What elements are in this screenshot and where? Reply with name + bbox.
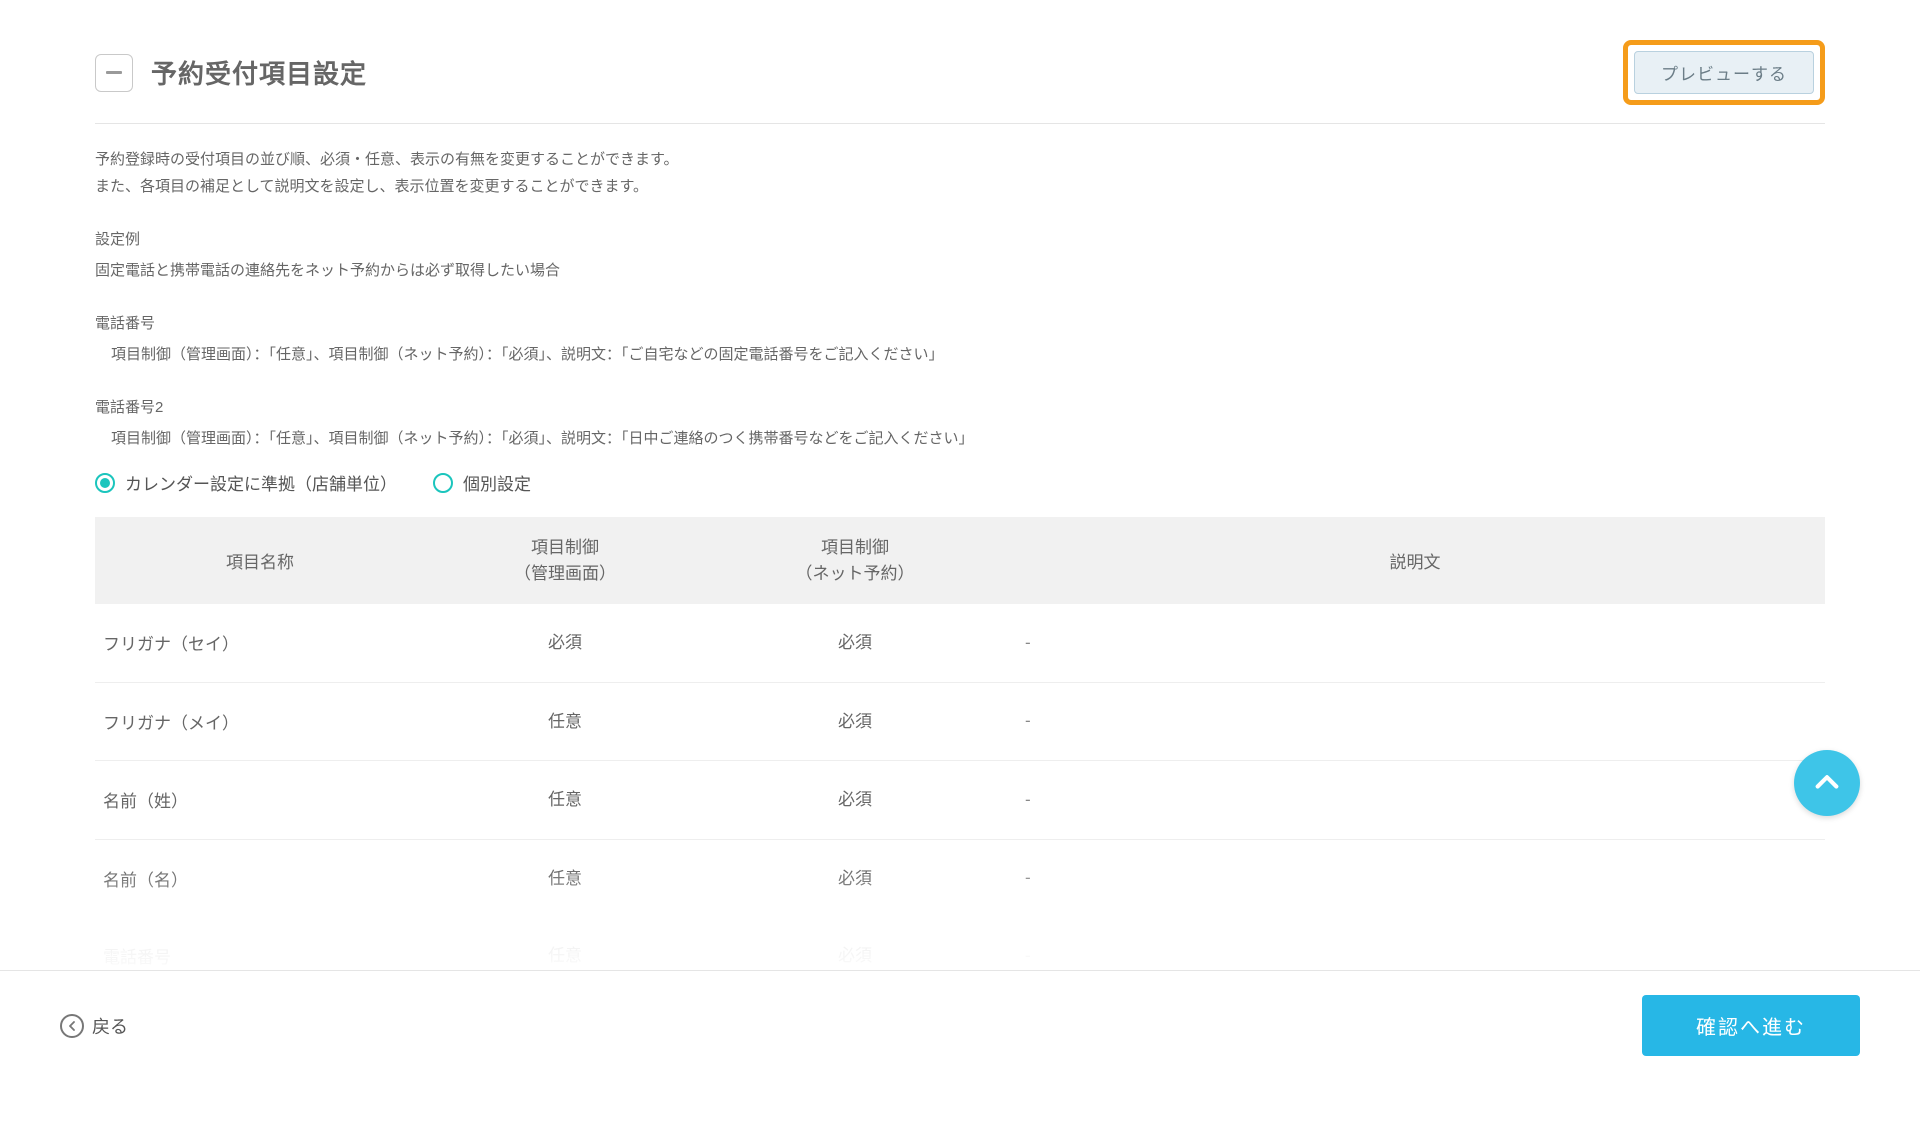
table-row: 名前（名） 任意 必須 - <box>95 840 1825 918</box>
table-header: 項目名称 項目制御 （管理画面） 項目制御 （ネット予約） 説明文 <box>95 517 1825 604</box>
table-row: フリガナ（セイ） 必須 必須 - <box>95 604 1825 683</box>
example-heading: 設定例 <box>95 226 1825 253</box>
cell-name: 名前（姓） <box>95 761 425 839</box>
cell-net: 必須 <box>705 761 1005 839</box>
chevron-left-icon <box>60 1014 84 1038</box>
back-label: 戻る <box>92 1013 128 1039</box>
intro-line1: 予約登録時の受付項目の並び順、必須・任意、表示の有無を変更することができます。 <box>95 146 1825 173</box>
chevron-up-icon <box>1813 769 1841 797</box>
phone1-detail: 項目制御（管理画面）：「任意」、項目制御（ネット予約）：「必須」、説明文：「ご自… <box>95 341 1825 368</box>
phone1-heading: 電話番号 <box>95 310 1825 337</box>
cell-admin: 任意 <box>425 761 705 839</box>
th-description: 説明文 <box>1005 517 1825 604</box>
page-title: 予約受付項目設定 <box>151 54 367 91</box>
th-control-admin: 項目制御 （管理画面） <box>425 517 705 604</box>
cell-desc: - <box>1005 840 1825 918</box>
table-row: 名前（姓） 任意 必須 - <box>95 761 1825 840</box>
radio-calendar-based[interactable]: カレンダー設定に準拠（店舗単位） <box>95 470 397 495</box>
radio-icon <box>433 473 453 493</box>
minus-icon <box>106 71 122 74</box>
confirm-button[interactable]: 確認へ進む <box>1642 995 1860 1056</box>
footer-bar: 戻る 確認へ進む <box>0 970 1920 1080</box>
cell-net: 必須 <box>705 604 1005 682</box>
scroll-to-top-button[interactable] <box>1794 750 1860 816</box>
settings-table: 項目名称 項目制御 （管理画面） 項目制御 （ネット予約） 説明文 フリガナ（セ… <box>95 517 1825 995</box>
intro-line2: また、各項目の補足として説明文を設定し、表示位置を変更することができます。 <box>95 173 1825 200</box>
example-text: 固定電話と携帯電話の連絡先をネット予約からは必ず取得したい場合 <box>95 257 1825 284</box>
cell-desc: - <box>1005 683 1825 761</box>
radio-label: 個別設定 <box>463 470 531 495</box>
cell-name: フリガナ（セイ） <box>95 604 425 682</box>
cell-net: 必須 <box>705 683 1005 761</box>
cell-name: 名前（名） <box>95 840 425 918</box>
cell-admin: 任意 <box>425 840 705 918</box>
th-control-net: 項目制御 （ネット予約） <box>705 517 1005 604</box>
cell-admin: 任意 <box>425 683 705 761</box>
back-link[interactable]: 戻る <box>60 1013 128 1039</box>
cell-desc: - <box>1005 604 1825 682</box>
phone2-detail: 項目制御（管理画面）：「任意」、項目制御（ネット予約）：「必須」、説明文：「日中… <box>95 425 1825 452</box>
scope-radio-group: カレンダー設定に準拠（店舗単位） 個別設定 <box>95 470 1825 495</box>
cell-name: フリガナ（メイ） <box>95 683 425 761</box>
radio-label: カレンダー設定に準拠（店舗単位） <box>125 470 397 495</box>
table-row: フリガナ（メイ） 任意 必須 - <box>95 683 1825 762</box>
th-name: 項目名称 <box>95 517 425 604</box>
cell-desc: - <box>1005 761 1825 839</box>
cell-net: 必須 <box>705 840 1005 918</box>
phone2-heading: 電話番号2 <box>95 394 1825 421</box>
collapse-toggle[interactable] <box>95 54 133 92</box>
radio-icon <box>95 473 115 493</box>
preview-highlight-frame: プレビューする <box>1623 40 1825 105</box>
preview-button[interactable]: プレビューする <box>1634 51 1814 94</box>
radio-individual[interactable]: 個別設定 <box>433 470 531 495</box>
section-header: 予約受付項目設定 プレビューする <box>95 40 1825 124</box>
cell-admin: 必須 <box>425 604 705 682</box>
